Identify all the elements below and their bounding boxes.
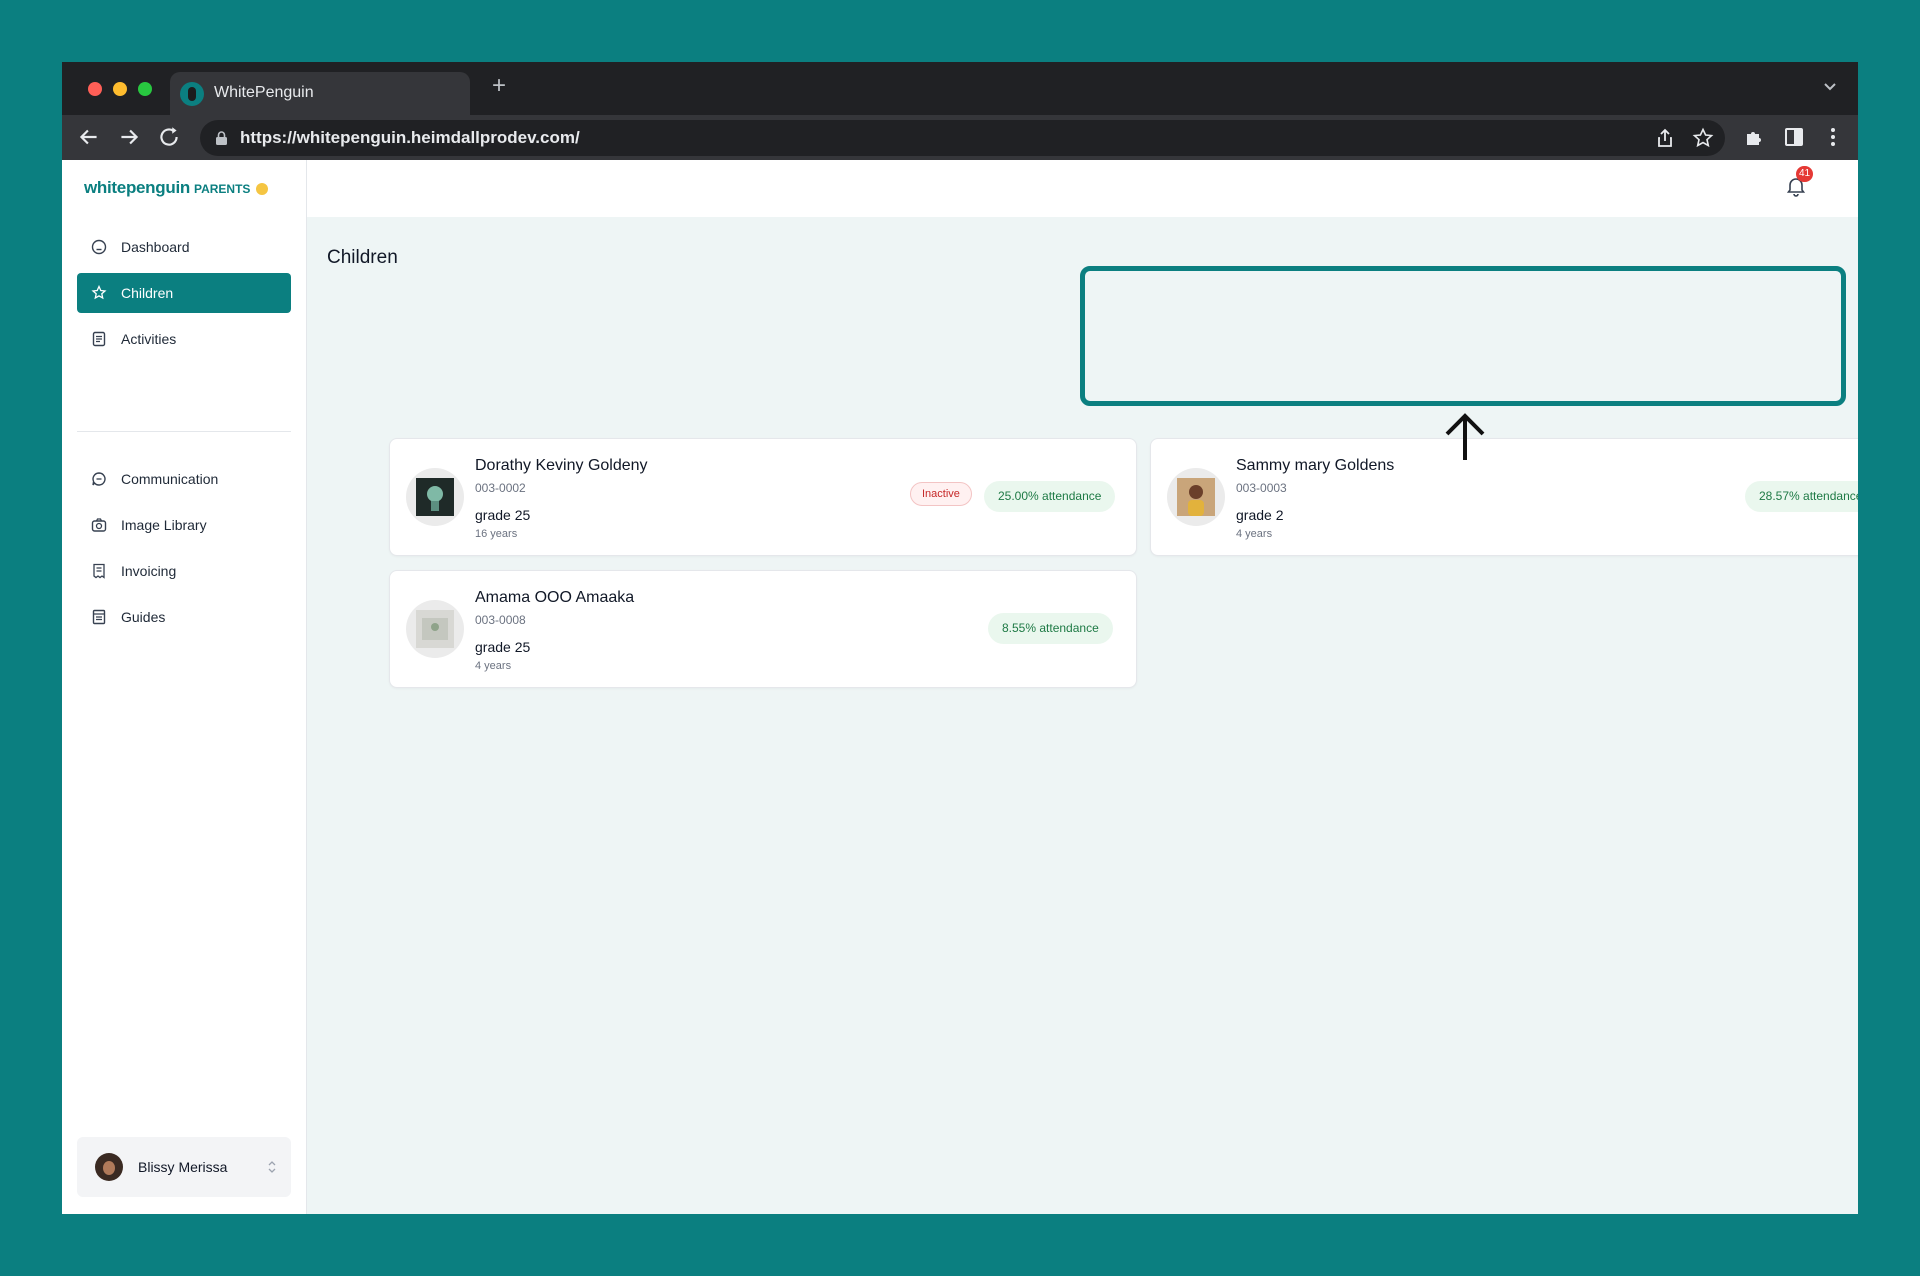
more-menu-icon[interactable] xyxy=(1822,126,1844,148)
child-avatar xyxy=(406,600,464,658)
status-badge: Inactive xyxy=(910,482,972,506)
page-title: Children xyxy=(327,247,398,268)
reload-icon[interactable] xyxy=(156,124,182,150)
child-card[interactable]: Dorathy Keviny Goldeny 003-0002 grade 25… xyxy=(389,438,1137,556)
forward-icon[interactable] xyxy=(116,124,142,150)
sidebar-item-children[interactable]: Children xyxy=(77,273,291,313)
children-icon xyxy=(91,285,107,300)
attendance-badge: 28.57% attendance xyxy=(1745,481,1858,512)
child-avatar xyxy=(1167,468,1225,526)
child-grade: grade 25 xyxy=(475,507,531,523)
sidebar-item-guides[interactable]: Guides xyxy=(77,597,291,637)
notification-badge: 41 xyxy=(1796,166,1814,182)
new-tab-button[interactable]: + xyxy=(492,74,506,98)
child-age: 4 years xyxy=(1236,528,1273,540)
nav-divider xyxy=(77,431,291,432)
chevron-down-icon[interactable] xyxy=(1822,78,1838,94)
invoice-icon xyxy=(93,563,105,579)
avatar xyxy=(95,1153,123,1181)
child-photo xyxy=(416,478,454,516)
sidebar-item-communication[interactable]: Communication xyxy=(77,459,291,499)
child-photo xyxy=(416,610,454,648)
user-menu[interactable]: Blissy Merissa xyxy=(77,1137,291,1197)
chat-icon xyxy=(92,472,106,486)
sidebar: whitepenguin PARENTS Dashboard Children A… xyxy=(62,160,307,1214)
browser-window: WhitePenguin + https://whitepenguin.heim… xyxy=(62,62,1858,1214)
url-text: https://whitepenguin.heimdallprodev.com/ xyxy=(240,128,580,147)
child-photo xyxy=(1177,478,1215,516)
browser-tab[interactable]: WhitePenguin xyxy=(170,72,470,115)
arrow-up-icon xyxy=(1445,413,1485,460)
child-id: 003-0003 xyxy=(1236,481,1287,495)
attendance-badge: 8.55% attendance xyxy=(988,613,1113,644)
favicon-icon xyxy=(180,82,204,106)
top-bar: 41 xyxy=(307,160,1858,217)
bookmark-star-icon[interactable] xyxy=(1692,127,1714,149)
close-window-button[interactable] xyxy=(88,82,102,96)
child-avatar xyxy=(406,468,464,526)
sidebar-item-label: Children xyxy=(121,285,174,301)
sidebar-item-activities[interactable]: Activities xyxy=(77,319,291,359)
child-name: Sammy mary Goldens xyxy=(1236,457,1395,474)
user-name: Blissy Merissa xyxy=(138,1159,228,1175)
guides-icon xyxy=(92,609,106,625)
child-card[interactable]: Amama OOO Amaaka 003-0008 grade 25 4 yea… xyxy=(389,570,1137,688)
child-id: 003-0008 xyxy=(475,613,526,627)
sidebar-item-label: Dashboard xyxy=(121,239,190,255)
child-card[interactable]: Sammy mary Goldens 003-0003 grade 2 4 ye… xyxy=(1150,438,1858,556)
sidebar-item-invoicing[interactable]: Invoicing xyxy=(77,551,291,591)
browser-toolbar: https://whitepenguin.heimdallprodev.com/ xyxy=(62,115,1858,160)
side-panel-icon[interactable] xyxy=(1783,126,1805,148)
tab-strip: WhitePenguin + xyxy=(62,62,1858,115)
highlight-frame xyxy=(1080,266,1846,406)
child-grade: grade 2 xyxy=(1236,507,1284,523)
logo-brand: whitepenguin xyxy=(84,178,190,197)
chevron-up-down-icon xyxy=(268,1161,276,1173)
sidebar-item-image-library[interactable]: Image Library xyxy=(77,505,291,545)
share-icon[interactable] xyxy=(1654,127,1676,149)
extensions-icon[interactable] xyxy=(1743,126,1765,148)
lock-icon xyxy=(216,131,227,145)
sidebar-item-dashboard[interactable]: Dashboard xyxy=(77,227,291,267)
maximize-window-button[interactable] xyxy=(138,82,152,96)
sidebar-item-label: Guides xyxy=(121,609,166,625)
app-logo[interactable]: whitepenguin PARENTS xyxy=(84,178,269,198)
child-grade: grade 25 xyxy=(475,639,531,655)
badge-icon xyxy=(256,182,269,195)
dashboard-icon xyxy=(91,239,107,255)
tab-title: WhitePenguin xyxy=(214,84,314,101)
child-age: 4 years xyxy=(475,660,512,672)
child-age: 16 years xyxy=(475,528,518,540)
sidebar-item-label: Activities xyxy=(121,331,177,347)
sidebar-item-label: Invoicing xyxy=(121,563,177,579)
sidebar-item-label: Image Library xyxy=(121,517,207,533)
child-id: 003-0002 xyxy=(475,481,526,495)
minimize-window-button[interactable] xyxy=(113,82,127,96)
address-bar[interactable]: https://whitepenguin.heimdallprodev.com/ xyxy=(200,120,1725,156)
child-name: Amama OOO Amaaka xyxy=(475,589,635,606)
logo-suffix: PARENTS xyxy=(193,182,251,196)
child-name: Dorathy Keviny Goldeny xyxy=(475,457,648,474)
back-icon[interactable] xyxy=(76,124,102,150)
sidebar-item-label: Communication xyxy=(121,471,219,487)
camera-icon xyxy=(91,518,107,532)
activities-icon xyxy=(92,331,106,347)
attendance-badge: 25.00% attendance xyxy=(984,481,1116,512)
